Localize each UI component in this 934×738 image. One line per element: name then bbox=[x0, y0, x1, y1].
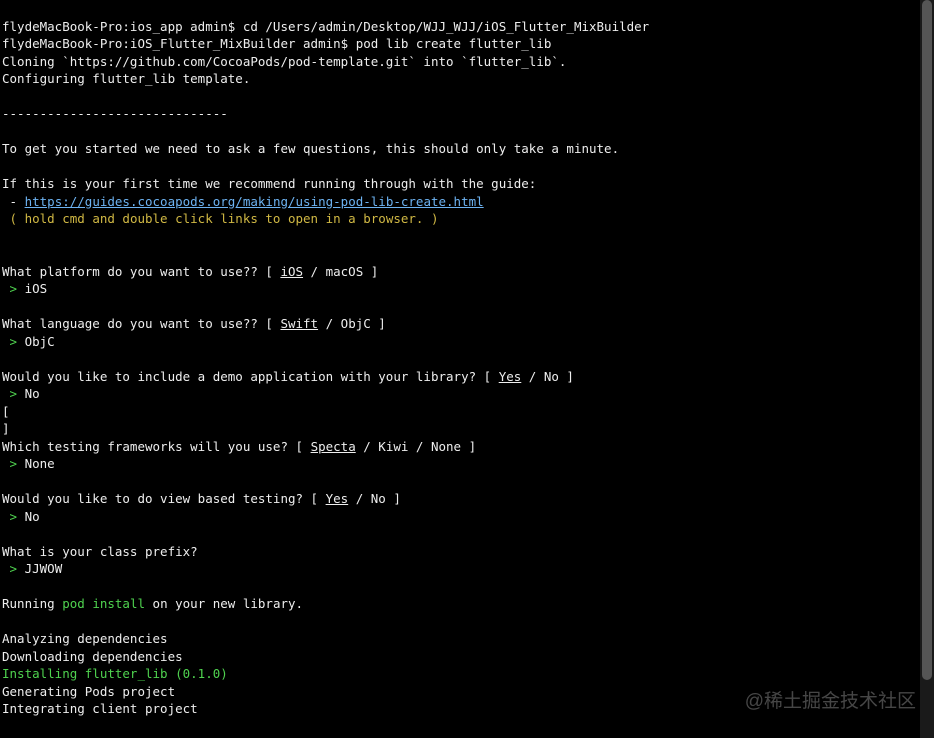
cmd-podlib: pod lib create flutter_lib bbox=[356, 36, 552, 51]
out-analyzing: Analyzing dependencies bbox=[2, 631, 168, 646]
q-test-pre: Which testing frameworks will you use? [ bbox=[2, 439, 311, 454]
a-viewtest: No bbox=[17, 509, 40, 524]
answer-marker: > bbox=[2, 334, 17, 349]
cmd-cd: cd /Users/admin/Desktop/WJJ_WJJ/iOS_Flut… bbox=[243, 19, 649, 34]
q-viewtest-pre: Would you like to do view based testing?… bbox=[2, 491, 326, 506]
q-demo-post: / No ] bbox=[521, 369, 574, 384]
guide-link[interactable]: https://guides.cocoapods.org/making/usin… bbox=[25, 194, 484, 209]
q-language-pre: What language do you want to use?? [ bbox=[2, 316, 280, 331]
q-demo-pre: Would you like to include a demo applica… bbox=[2, 369, 499, 384]
run-post: on your new library. bbox=[145, 596, 303, 611]
out-getstarted: To get you started we need to ask a few … bbox=[2, 141, 619, 156]
out-integrating: Integrating client project bbox=[2, 701, 198, 716]
out-generating: Generating Pods project bbox=[2, 684, 175, 699]
scrollbar-thumb[interactable] bbox=[922, 0, 932, 680]
run-pre: Running bbox=[2, 596, 62, 611]
out-firsttime: If this is your first time we recommend … bbox=[2, 176, 544, 191]
divider-dash: ------------------------------ bbox=[2, 106, 228, 121]
out-cloning: Cloning `https://github.com/CocoaPods/po… bbox=[2, 54, 566, 69]
a-prefix: JJWOW bbox=[17, 561, 62, 576]
a-platform: iOS bbox=[17, 281, 47, 296]
a-test: None bbox=[17, 456, 55, 471]
q-test-opt: Specta bbox=[311, 439, 356, 454]
q-language-opt: Swift bbox=[280, 316, 318, 331]
out-downloading: Downloading dependencies bbox=[2, 649, 183, 664]
answer-marker: > bbox=[2, 386, 17, 401]
out-holdcmd: ( hold cmd and double click links to ope… bbox=[2, 211, 439, 226]
prompt-2: flydeMacBook-Pro:iOS_Flutter_MixBuilder … bbox=[2, 36, 356, 51]
q-prefix: What is your class prefix? bbox=[2, 544, 198, 559]
answer-marker: > bbox=[2, 456, 17, 471]
q-language-post: / ObjC ] bbox=[318, 316, 386, 331]
answer-marker: > bbox=[2, 281, 17, 296]
answer-marker: > bbox=[2, 509, 17, 524]
q-platform-pre: What platform do you want to use?? [ bbox=[2, 264, 280, 279]
q-platform-post: / macOS ] bbox=[303, 264, 378, 279]
q-demo-opt: Yes bbox=[499, 369, 522, 384]
q-test-post: / Kiwi / None ] bbox=[356, 439, 476, 454]
scrollbar-track[interactable] bbox=[920, 0, 934, 738]
q-viewtest-post: / No ] bbox=[348, 491, 401, 506]
prompt-1: flydeMacBook-Pro:ios_app admin$ bbox=[2, 19, 243, 34]
out-dash: - bbox=[2, 194, 25, 209]
a-demo: No bbox=[17, 386, 40, 401]
terminal-output[interactable]: flydeMacBook-Pro:ios_app admin$ cd /User… bbox=[0, 0, 934, 738]
out-configuring: Configuring flutter_lib template. bbox=[2, 71, 250, 86]
q-platform-opt: iOS bbox=[280, 264, 303, 279]
answer-marker: > bbox=[2, 561, 17, 576]
out-installing: Installing flutter_lib (0.1.0) bbox=[2, 666, 228, 681]
q-viewtest-opt: Yes bbox=[326, 491, 349, 506]
run-cmd: pod install bbox=[62, 596, 145, 611]
a-language: ObjC bbox=[17, 334, 55, 349]
